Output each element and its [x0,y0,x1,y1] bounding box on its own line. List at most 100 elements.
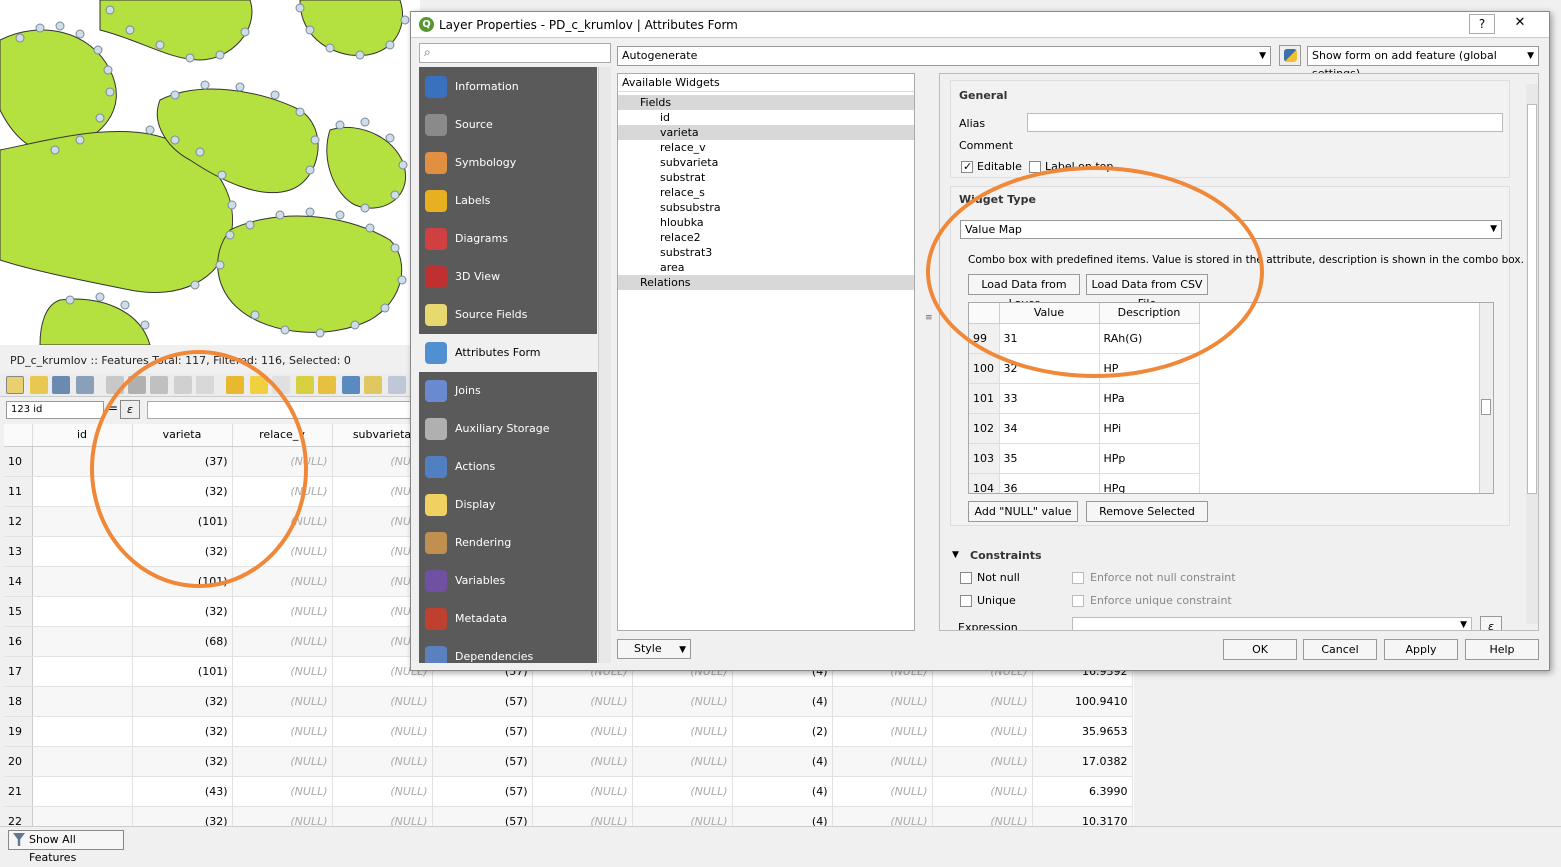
value-map-value-cell[interactable]: 34 [999,413,1100,444]
cell-varieta[interactable]: (32) [132,746,233,777]
nav-item-information[interactable]: Information [419,68,597,106]
cell-varieta[interactable]: (32) [132,806,233,826]
value-map-description-cell[interactable]: HPp [1099,443,1200,474]
cell-5[interactable]: (57) [432,716,533,747]
nav-scrollbar[interactable] [598,67,611,663]
unique-checkbox[interactable] [960,595,972,607]
nav-item-actions[interactable]: Actions [419,448,597,486]
nav-item-variables[interactable]: Variables [419,562,597,600]
help-button[interactable]: Help [1465,639,1539,660]
add-null-button[interactable]: Add "NULL" value [968,501,1078,522]
cell-5[interactable]: (57) [432,746,533,777]
nav-item-source-fields[interactable]: Source Fields [419,296,597,334]
cell-9[interactable]: (NULL) [832,806,933,826]
cell-id[interactable] [32,566,133,597]
zoom-to-selected-icon[interactable] [388,376,406,394]
cell-8[interactable]: (2) [732,716,833,747]
nav-item-labels[interactable]: Labels [419,182,597,220]
value-map-row[interactable]: 104 36 HPg [969,473,1200,493]
table-row[interactable]: 19 (32) (NULL) (NULL) (57) (NULL) (NULL) (2) (NU… [4,716,1133,747]
config-scrollbar[interactable] [1526,84,1538,624]
tree-field-item[interactable]: area [618,260,914,275]
cell-varieta[interactable]: (32) [132,596,233,627]
value-map-description-cell[interactable]: HPg [1099,473,1200,493]
row-number[interactable]: 12 [4,506,33,537]
table-row[interactable]: 18 (32) (NULL) (NULL) (57) (NULL) (NULL) (4) (NU… [4,686,1133,717]
cell-relace-v[interactable]: (NULL) [232,656,333,687]
cell-varieta[interactable]: (32) [132,716,233,747]
cell-7[interactable]: (NULL) [632,776,733,807]
row-number[interactable]: 19 [4,716,33,747]
row-number[interactable]: 14 [4,566,33,597]
constraint-expression-button[interactable]: ε [1480,616,1502,630]
cell-11[interactable]: 10.3170 [1032,806,1133,826]
value-map-row[interactable]: 101 33 HPa [969,383,1200,414]
enforce-not-null-checkbox[interactable] [1072,572,1084,584]
cell-7[interactable]: (NULL) [632,686,733,717]
python-init-button[interactable] [1279,45,1301,66]
value-map-row-number[interactable]: 103 [969,443,1000,474]
row-number[interactable]: 10 [4,446,33,477]
cell-10[interactable]: (NULL) [932,746,1033,777]
cell-9[interactable]: (NULL) [832,716,933,747]
help-title-button[interactable]: ? [1469,14,1495,34]
tree-field-item[interactable]: substrat [618,170,914,185]
cell-varieta[interactable]: (32) [132,686,233,717]
cell-varieta[interactable]: (68) [132,626,233,657]
cell-6[interactable]: (NULL) [532,716,633,747]
move-selection-top-icon[interactable] [342,376,360,394]
row-number[interactable]: 16 [4,626,33,657]
form-layout-combo[interactable]: Autogenerate ▼ [617,46,1271,66]
cell-id[interactable] [32,626,133,657]
filter-icon[interactable] [318,376,336,394]
toggle-editing-icon[interactable] [6,376,24,394]
cell-8[interactable]: (4) [732,686,833,717]
cell-11[interactable]: 35.9653 [1032,716,1133,747]
cell-6[interactable]: (NULL) [532,776,633,807]
row-number[interactable]: 21 [4,776,33,807]
nav-item-source[interactable]: Source [419,106,597,144]
apply-button[interactable]: Apply [1384,639,1458,660]
nav-search-input[interactable]: ⌕ [419,43,611,63]
cell-7[interactable]: (NULL) [632,806,733,826]
cell-10[interactable]: (NULL) [932,686,1033,717]
available-widgets-tree[interactable]: Available Widgets ◢Fieldsidvarietarelace… [617,73,915,631]
cell-subvarieta[interactable]: (NULL) [332,776,433,807]
tree-field-item[interactable]: subvarieta [618,155,914,170]
cell-8[interactable]: (4) [732,806,833,826]
cell-id[interactable] [32,806,133,826]
reload-icon[interactable] [76,376,94,394]
nav-item-3d-view[interactable]: 3D View [419,258,597,296]
cell-relace-v[interactable]: (NULL) [232,716,333,747]
nav-item-diagrams[interactable]: Diagrams [419,220,597,258]
value-map-value-cell[interactable]: 36 [999,473,1100,493]
not-null-checkbox[interactable] [960,572,972,584]
cell-id[interactable] [32,746,133,777]
constraint-expression-input[interactable]: ▼ [1072,617,1472,630]
cell-id[interactable] [32,656,133,687]
cell-6[interactable]: (NULL) [532,746,633,777]
cell-subvarieta[interactable]: (NULL) [332,806,433,826]
tree-field-item[interactable]: relace_s [618,185,914,200]
tree-relations-node[interactable]: Relations [618,275,914,290]
cell-8[interactable]: (4) [732,746,833,777]
cell-10[interactable]: (NULL) [932,716,1033,747]
cell-id[interactable] [32,776,133,807]
row-number[interactable]: 13 [4,536,33,567]
value-map-scrollbar[interactable] [1479,303,1493,493]
tree-field-item[interactable]: relace2 [618,230,914,245]
value-map-row[interactable]: 103 35 HPp [969,443,1200,474]
row-number[interactable]: 11 [4,476,33,507]
cell-6[interactable]: (NULL) [532,806,633,826]
enforce-unique-checkbox[interactable] [1072,595,1084,607]
cell-subvarieta[interactable]: (NULL) [332,686,433,717]
ok-button[interactable]: OK [1223,639,1297,660]
value-map-row-number[interactable]: 102 [969,413,1000,444]
cell-varieta[interactable]: (43) [132,776,233,807]
nav-item-metadata[interactable]: Metadata [419,600,597,638]
cell-11[interactable]: 100.9410 [1032,686,1133,717]
cell-relace-v[interactable]: (NULL) [232,806,333,826]
cell-5[interactable]: (57) [432,776,533,807]
cell-11[interactable]: 17.0382 [1032,746,1133,777]
tree-fields-node[interactable]: Fields [618,95,914,110]
